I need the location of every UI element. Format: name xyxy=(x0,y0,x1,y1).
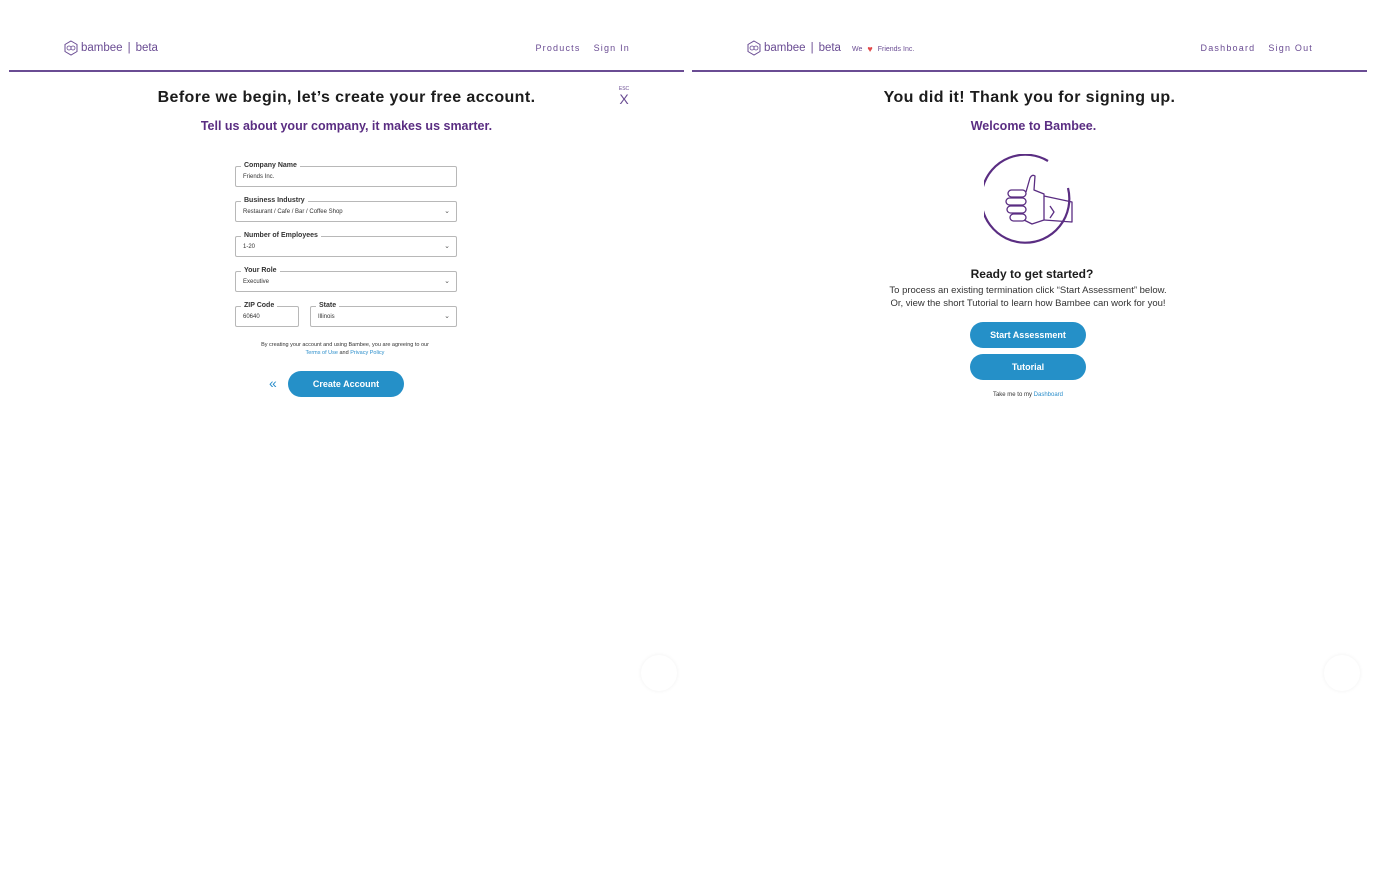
page-title: You did it! Thank you for signing up. xyxy=(883,89,1176,106)
logo-brand: bambee xyxy=(764,42,806,54)
zip-code-value: 60640 xyxy=(243,314,260,320)
instructions: To process an existing termination click… xyxy=(692,284,1364,310)
heart-icon: ♥ xyxy=(867,44,873,54)
signup-panel: bambee | beta Products Sign In ESC X Bef… xyxy=(9,0,684,875)
success-panel: bambee | beta We ♥ Friends Inc. Dashboar… xyxy=(692,0,1367,875)
bambee-logo-icon xyxy=(747,40,761,56)
business-industry-value: Restaurant / Cafe / Bar / Coffee Shop xyxy=(243,209,343,215)
nav-dashboard[interactable]: Dashboard xyxy=(1201,43,1256,53)
role-label: Your Role xyxy=(241,266,280,275)
business-industry-label: Business Industry xyxy=(241,196,308,205)
zip-code-label: ZIP Code xyxy=(241,301,278,310)
role-select[interactable]: Your Role Executive ⌄ xyxy=(235,266,457,292)
chat-bubble[interactable] xyxy=(1324,655,1360,691)
page-title: Before we begin, let’s create your free … xyxy=(157,89,536,106)
top-nav: Products Sign In xyxy=(535,43,630,53)
bambee-logo[interactable]: bambee | beta xyxy=(746,40,841,56)
chevron-down-icon: ⌄ xyxy=(444,313,450,320)
privacy-policy-link[interactable]: Privacy Policy xyxy=(350,350,384,356)
tutorial-button[interactable]: Tutorial xyxy=(970,354,1086,380)
page-subtitle: Welcome to Bambee. xyxy=(970,119,1097,133)
header: bambee | beta We ♥ Friends Inc. Dashboar… xyxy=(692,0,1367,72)
employees-value: 1-20 xyxy=(243,244,256,250)
back-arrow-icon[interactable]: « xyxy=(269,375,277,391)
nav-products[interactable]: Products xyxy=(535,43,580,53)
role-value: Executive xyxy=(243,279,270,285)
terms-of-use-link[interactable]: Terms of Use xyxy=(306,350,338,356)
state-value: Illinois xyxy=(318,314,335,320)
employees-label: Number of Employees xyxy=(241,231,321,240)
logo-tag: beta xyxy=(135,42,158,54)
nav-sign-out[interactable]: Sign Out xyxy=(1268,43,1313,53)
ready-heading: Ready to get started? xyxy=(970,267,1094,281)
terms-text: By creating your account and using Bambe… xyxy=(261,342,429,348)
terms-notice: By creating your account and using Bambe… xyxy=(235,341,455,357)
logo-divider: | xyxy=(127,42,131,54)
dashboard-prompt: Take me to my Dashboard xyxy=(692,392,1364,398)
take-me-text: Take me to my xyxy=(992,392,1032,398)
logo-tag: beta xyxy=(818,42,841,54)
header: bambee | beta Products Sign In xyxy=(9,0,684,72)
instructions-line-2: Or, view the short Tutorial to learn how… xyxy=(890,298,1166,309)
create-account-button[interactable]: Create Account xyxy=(288,371,404,397)
page-subtitle: Tell us about your company, it makes us … xyxy=(200,119,493,133)
state-label: State xyxy=(316,301,340,310)
instructions-line-1: To process an existing termination click… xyxy=(889,285,1167,296)
chevron-down-icon: ⌄ xyxy=(444,208,450,215)
state-select[interactable]: State Illinois ⌄ xyxy=(310,301,457,327)
bambee-logo[interactable]: bambee | beta xyxy=(63,40,158,56)
start-assessment-button[interactable]: Start Assessment xyxy=(970,322,1086,348)
employees-select[interactable]: Number of Employees 1-20 ⌄ xyxy=(235,231,457,257)
chat-bubble[interactable] xyxy=(641,655,677,691)
bambee-logo-icon xyxy=(64,40,78,56)
company-name-field[interactable]: Company Name Friends Inc. xyxy=(235,161,457,187)
company-name: Friends Inc. xyxy=(877,45,915,53)
dashboard-link[interactable]: Dashboard xyxy=(1034,392,1063,398)
logo-divider: | xyxy=(810,42,814,54)
we-text: We xyxy=(852,45,863,53)
company-tag: We ♥ Friends Inc. xyxy=(852,44,914,54)
business-industry-select[interactable]: Business Industry Restaurant / Cafe / Ba… xyxy=(235,196,457,222)
chevron-down-icon: ⌄ xyxy=(444,278,450,285)
top-nav: Dashboard Sign Out xyxy=(1201,43,1313,53)
chevron-down-icon: ⌄ xyxy=(444,243,450,250)
company-name-label: Company Name xyxy=(241,161,300,170)
terms-and: and xyxy=(339,350,349,356)
zip-code-field[interactable]: ZIP Code 60640 xyxy=(235,301,299,327)
thumbs-up-icon xyxy=(984,154,1073,244)
nav-sign-in[interactable]: Sign In xyxy=(594,43,630,53)
company-name-value: Friends Inc. xyxy=(243,174,275,180)
logo-brand: bambee xyxy=(81,42,123,54)
